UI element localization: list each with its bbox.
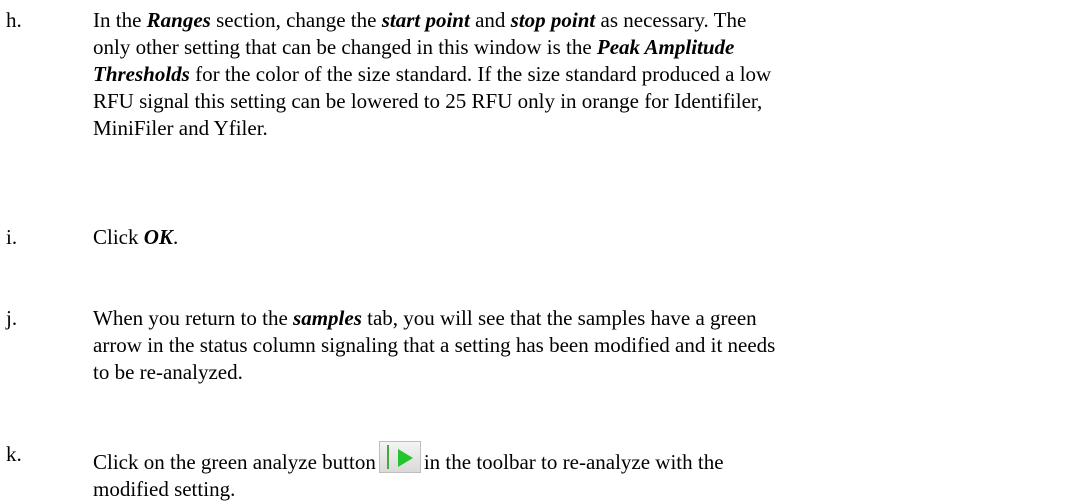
text-line: In the Ranges section, change the start … [93, 7, 1058, 34]
text-run: in the toolbar to re-analyze with the [423, 450, 724, 474]
emphasized-term: samples [293, 306, 362, 330]
text-line: When you return to the samples tab, you … [93, 305, 1058, 332]
text-run: to be re-analyzed. [93, 360, 243, 384]
text-line: modified setting. [93, 476, 1058, 503]
play-triangle [397, 449, 413, 467]
analyze-button-icon [378, 441, 421, 473]
text-run: tab, you will see that the samples have … [361, 306, 757, 330]
text-line: RFU signal this setting can be lowered t… [93, 88, 1058, 115]
emphasized-term: OK [143, 225, 173, 249]
text-run: . [172, 225, 179, 249]
step-body: Click on the green analyze button in the … [93, 441, 1058, 503]
emphasized-term: stop point [510, 8, 596, 32]
emphasized-term: Peak Amplitude [596, 35, 735, 59]
emphasized-term: start point [381, 8, 470, 32]
text-line: Click OK. [93, 224, 1058, 251]
step-letter: k. [6, 442, 22, 466]
text-run: When you return to the [93, 306, 294, 330]
text-line: MiniFiler and Yfiler. [93, 115, 1058, 142]
analyze-bar [386, 445, 389, 469]
text-run: MiniFiler and Yfiler. [93, 116, 268, 140]
text-run: In the [93, 8, 147, 32]
step-letter: j. [6, 306, 18, 330]
text-run: arrow in the status column signaling tha… [93, 333, 776, 357]
step-body: Click OK. [93, 224, 1058, 251]
text-line: to be re-analyzed. [93, 359, 1058, 386]
text-run: only other setting that can be changed i… [93, 35, 597, 59]
text-run: Click [93, 225, 144, 249]
text-run: and [469, 8, 511, 32]
emphasized-term: Ranges [146, 8, 211, 32]
step-body: In the Ranges section, change the start … [93, 7, 1058, 142]
text-run: as necessary. The [595, 8, 747, 32]
text-run: for the color of the size standard. If t… [189, 62, 772, 86]
text-run: Click on the green analyze button [93, 450, 376, 474]
text-line: arrow in the status column signaling tha… [93, 332, 1058, 359]
text-line: only other setting that can be changed i… [93, 34, 1058, 61]
step-body: When you return to the samples tab, you … [93, 305, 1058, 386]
text-run: RFU signal this setting can be lowered t… [93, 89, 763, 113]
step-letter: h. [6, 8, 22, 32]
text-line: Click on the green analyze button in the … [93, 441, 1058, 476]
emphasized-term: Thresholds [93, 62, 190, 86]
text-run: modified setting. [93, 477, 236, 501]
text-line: Thresholds for the color of the size sta… [93, 61, 1058, 88]
text-run: section, change the [210, 8, 382, 32]
step-letter: i. [6, 225, 18, 249]
